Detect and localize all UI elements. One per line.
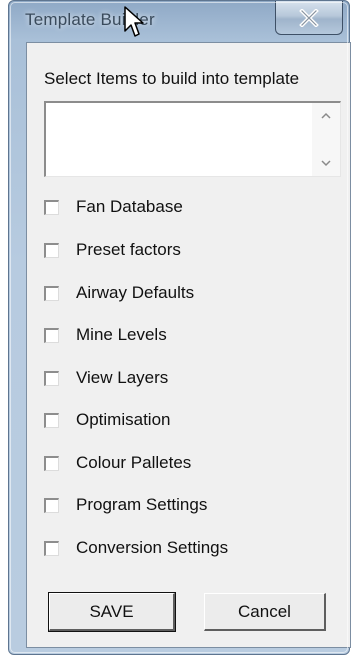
window-frame: Template Builder Select Items to build i… [8,0,351,655]
checkbox-row-conversion-settings[interactable]: Conversion Settings [44,537,228,559]
checkbox-label: Optimisation [76,410,171,429]
checkbox-row-airway-defaults[interactable]: Airway Defaults [44,282,194,304]
scroll-down-arrow-icon[interactable] [321,158,331,168]
checkbox-label: Conversion Settings [76,538,229,557]
listbox-scrollbar[interactable] [312,103,340,176]
checkbox-label: Colour Palletes [76,453,192,472]
checkbox-label: Fan Database [76,197,183,216]
template-builder-window: Template Builder Select Items to build i… [0,0,356,659]
mouse-cursor-icon [124,6,144,37]
checkbox[interactable] [44,327,59,343]
checkbox[interactable] [44,540,59,556]
template-items-listbox[interactable] [44,101,341,177]
checkbox-row-program-settings[interactable]: Program Settings [44,494,207,516]
checkbox[interactable] [44,455,59,471]
checkbox[interactable] [44,412,59,428]
save-button[interactable]: SAVE [48,592,176,632]
checkbox-label: Preset factors [76,240,181,259]
checkbox-row-colour-palletes[interactable]: Colour Palletes [44,452,191,474]
checkbox[interactable] [44,199,59,215]
checkbox-label: Mine Levels [76,325,167,344]
checkbox[interactable] [44,370,59,386]
checkbox-row-mine-levels[interactable]: Mine Levels [44,324,167,346]
checkbox-label: Airway Defaults [76,283,195,302]
checkbox-row-preset-factors[interactable]: Preset factors [44,239,181,261]
client-area: Select Items to build into template Fan … [26,42,351,648]
close-icon [299,8,319,27]
checkbox-row-fan-database[interactable]: Fan Database [44,196,183,218]
checkbox-label: View Layers [76,368,169,387]
checkbox[interactable] [44,285,59,301]
checkbox-label: Program Settings [76,495,208,514]
checkbox-row-view-layers[interactable]: View Layers [44,367,168,389]
scroll-up-arrow-icon[interactable] [321,111,331,121]
checkbox-row-optimisation[interactable]: Optimisation [44,409,170,431]
close-button[interactable] [275,1,343,35]
instruction-label: Select Items to build into template [44,69,300,88]
checkbox[interactable] [44,242,59,258]
checkbox[interactable] [44,497,59,513]
cancel-button[interactable]: Cancel [204,593,326,631]
